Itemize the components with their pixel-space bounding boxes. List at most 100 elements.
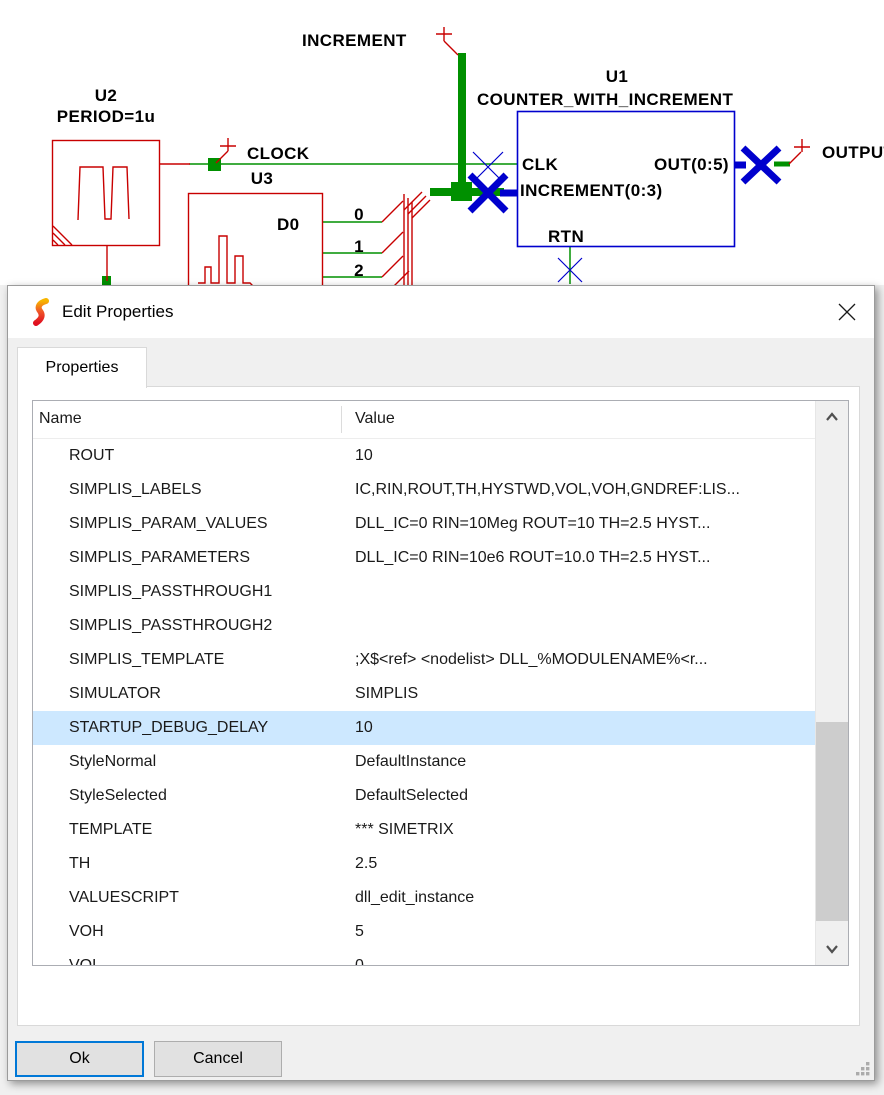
resize-grip[interactable] (856, 1062, 871, 1077)
table-row[interactable]: SIMPLIS_TEMPLATE ;X$<ref> <nodelist> DLL… (33, 643, 815, 677)
u2-pulse-waveform (78, 167, 129, 220)
u3-pin1-label: 1 (354, 237, 364, 256)
bus-junction-node (451, 182, 472, 201)
u3-step-waveform (198, 236, 259, 285)
clk-pin-cross-icon (473, 152, 503, 182)
cancel-button[interactable]: Cancel (154, 1041, 282, 1077)
property-name[interactable]: SIMPLIS_PASSTHROUGH1 (33, 575, 355, 609)
property-name[interactable]: STARTUP_DEBUG_DELAY (33, 711, 355, 745)
column-header-value[interactable]: Value (355, 401, 395, 437)
simetrix-logo-icon (30, 297, 52, 327)
table-row[interactable]: VOL 0 (33, 949, 815, 965)
component-u2[interactable] (53, 141, 160, 246)
property-name[interactable]: StyleNormal (33, 745, 355, 779)
table-row[interactable]: TH 2.5 (33, 847, 815, 881)
u1-increment-pin-label: INCREMENT(0:3) (520, 181, 663, 200)
table-header: Name Value (33, 401, 848, 439)
chevron-up-icon (825, 412, 839, 422)
property-value[interactable]: DLL_IC=0 RIN=10e6 ROUT=10.0 TH=2.5 HYST.… (355, 541, 815, 575)
property-value[interactable]: 5 (355, 915, 815, 949)
property-name[interactable]: SIMPLIS_LABELS (33, 473, 355, 507)
property-value[interactable] (355, 575, 815, 609)
table-row[interactable]: VOH 5 (33, 915, 815, 949)
property-name[interactable]: SIMULATOR (33, 677, 355, 711)
property-name[interactable]: TH (33, 847, 355, 881)
property-value[interactable]: SIMPLIS (355, 677, 815, 711)
vertical-scrollbar[interactable] (815, 401, 848, 965)
property-name[interactable]: SIMPLIS_PARAM_VALUES (33, 507, 355, 541)
clock-terminal-symbol[interactable] (216, 138, 236, 163)
green-bus[interactable] (102, 53, 504, 285)
u3-pin0-label: 0 (354, 205, 364, 224)
table-row[interactable]: STARTUP_DEBUG_DELAY 10 (33, 711, 815, 745)
dialog-title: Edit Properties (62, 286, 174, 338)
increment-net-label: INCREMENT (302, 31, 407, 50)
table-row[interactable]: SIMULATOR SIMPLIS (33, 677, 815, 711)
property-name[interactable]: SIMPLIS_PARAMETERS (33, 541, 355, 575)
table-row[interactable]: SIMPLIS_LABELS IC,RIN,ROUT,TH,HYSTWD,VOL… (33, 473, 815, 507)
edit-properties-dialog: Edit Properties Properties Name Value RO… (7, 285, 875, 1081)
schematic-canvas[interactable]: U2 PERIOD=1u CLOCK U3 D0 0 1 2 INCREMENT… (0, 0, 884, 285)
property-value[interactable]: 0 (355, 949, 815, 965)
column-divider[interactable] (341, 406, 342, 433)
scrollbar-thumb[interactable] (816, 722, 848, 921)
property-value[interactable]: *** SIMETRIX (355, 813, 815, 847)
table-rows: ROUT 10 SIMPLIS_LABELS IC,RIN,ROUT,TH,HY… (33, 439, 815, 965)
u1-out-pin-label: OUT(0:5) (654, 155, 729, 174)
output-terminal-symbol[interactable] (789, 139, 810, 164)
property-name[interactable]: StyleSelected (33, 779, 355, 813)
property-value[interactable]: DefaultInstance (355, 745, 815, 779)
table-row[interactable]: SIMPLIS_PARAM_VALUES DLL_IC=0 RIN=10Meg … (33, 507, 815, 541)
table-row[interactable]: SIMPLIS_PASSTHROUGH2 (33, 609, 815, 643)
property-value[interactable]: IC,RIN,ROUT,TH,HYSTWD,VOL,VOH,GNDREF:LIS… (355, 473, 815, 507)
bus-rip-diagonals (382, 192, 430, 285)
property-value[interactable]: 2.5 (355, 847, 815, 881)
property-name[interactable]: SIMPLIS_PASSTHROUGH2 (33, 609, 355, 643)
property-value[interactable]: ;X$<ref> <nodelist> DLL_%MODULENAME%<r..… (355, 643, 815, 677)
property-name[interactable]: TEMPLATE (33, 813, 355, 847)
ok-button[interactable]: Ok (15, 1041, 144, 1077)
chevron-down-icon (825, 944, 839, 954)
property-value[interactable] (355, 609, 815, 643)
schematic-svg: U2 PERIOD=1u CLOCK U3 D0 0 1 2 INCREMENT… (0, 0, 884, 285)
u1-clk-pin-label: CLK (522, 155, 558, 174)
table-row[interactable]: SIMPLIS_PARAMETERS DLL_IC=0 RIN=10e6 ROU… (33, 541, 815, 575)
property-name[interactable]: SIMPLIS_TEMPLATE (33, 643, 355, 677)
property-name[interactable]: VOH (33, 915, 355, 949)
scroll-down-button[interactable] (816, 933, 848, 965)
u1-rtn-pin-label: RTN (548, 227, 584, 246)
column-header-name[interactable]: Name (39, 401, 82, 437)
increment-terminal-symbol[interactable] (436, 27, 458, 55)
property-value[interactable]: 10 (355, 439, 815, 473)
close-icon[interactable] (834, 299, 860, 325)
component-u3[interactable] (189, 194, 323, 286)
tab-properties[interactable]: Properties (17, 347, 147, 388)
u3-pin2-label: 2 (354, 261, 364, 280)
dialog-titlebar[interactable]: Edit Properties (8, 286, 874, 338)
property-name[interactable]: VALUESCRIPT (33, 881, 355, 915)
property-name[interactable]: VOL (33, 949, 355, 965)
table-row[interactable]: StyleNormal DefaultInstance (33, 745, 815, 779)
table-row[interactable]: SIMPLIS_PASSTHROUGH1 (33, 575, 815, 609)
output-net-label: OUTPUT (822, 143, 884, 162)
table-row[interactable]: StyleSelected DefaultSelected (33, 779, 815, 813)
properties-table[interactable]: Name Value ROUT 10 SIMPLIS_LABELS IC,RIN… (32, 400, 849, 966)
properties-pane: Name Value ROUT 10 SIMPLIS_LABELS IC,RIN… (17, 386, 860, 1026)
table-row[interactable]: ROUT 10 (33, 439, 815, 473)
property-name[interactable]: ROUT (33, 439, 355, 473)
u1-ref-label: U1 (606, 67, 629, 86)
u3-ref-label: U3 (251, 169, 274, 188)
increment-bus-vertical[interactable] (458, 53, 466, 196)
clock-net-label: CLOCK (247, 144, 310, 163)
table-row[interactable]: TEMPLATE *** SIMETRIX (33, 813, 815, 847)
u3-d0-pin-label: D0 (277, 215, 300, 234)
property-value[interactable]: DefaultSelected (355, 779, 815, 813)
table-row[interactable]: VALUESCRIPT dll_edit_instance (33, 881, 815, 915)
out-bus-connector-icon[interactable] (743, 148, 779, 182)
property-value[interactable]: 10 (355, 711, 815, 745)
scroll-up-button[interactable] (816, 401, 848, 433)
u2-param-label: PERIOD=1u (57, 107, 156, 126)
property-value[interactable]: DLL_IC=0 RIN=10Meg ROUT=10 TH=2.5 HYST..… (355, 507, 815, 541)
property-value[interactable]: dll_edit_instance (355, 881, 815, 915)
u1-name-label: COUNTER_WITH_INCREMENT (477, 90, 733, 109)
